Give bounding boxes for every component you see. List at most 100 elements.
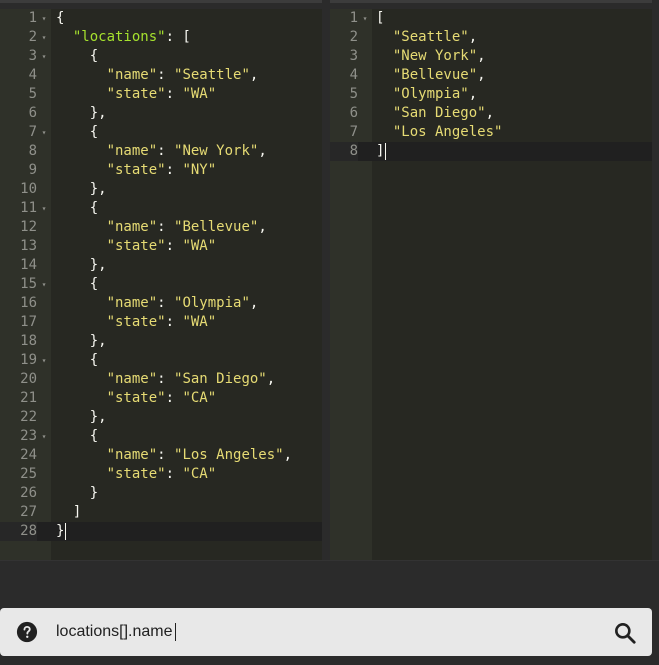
punctuation-token <box>56 371 107 387</box>
line-number: 1 <box>28 10 37 26</box>
code-line[interactable]: 6 }, <box>0 104 322 123</box>
code-text: { <box>56 9 64 28</box>
line-number: 12 <box>20 219 37 235</box>
string-token: "WA" <box>182 86 217 102</box>
code-line[interactable]: 5 "state": "WA" <box>0 85 322 104</box>
line-number: 20 <box>20 371 37 387</box>
punctuation-token <box>376 67 393 83</box>
punctuation-token <box>56 447 107 463</box>
line-number: 13 <box>20 238 37 254</box>
code-line[interactable]: 19 ▾ { <box>0 351 322 370</box>
line-number: 16 <box>20 295 37 311</box>
code-line[interactable]: 8] <box>330 142 652 161</box>
punctuation-token: { <box>56 200 99 216</box>
punctuation-token <box>56 295 107 311</box>
code-line[interactable]: 6 "San Diego", <box>330 104 652 123</box>
fold-arrow-icon[interactable]: ▾ <box>39 199 49 218</box>
code-line[interactable]: 17 "state": "WA" <box>0 313 322 332</box>
punctuation-token <box>376 124 393 140</box>
fold-arrow-icon[interactable]: ▾ <box>39 9 49 28</box>
punctuation-token: , <box>249 67 259 83</box>
code-line[interactable]: 7 ▾ { <box>0 123 322 142</box>
code-line[interactable]: 26 } <box>0 484 322 503</box>
fold-arrow-icon[interactable]: ▾ <box>39 47 49 66</box>
string-token: "NY" <box>182 162 217 178</box>
code-line[interactable]: 3 ▾ { <box>0 47 322 66</box>
string-token: "state" <box>106 238 166 254</box>
fold-arrow-icon[interactable]: ▾ <box>39 351 49 370</box>
code-line[interactable]: 4 "name": "Seattle", <box>0 66 322 85</box>
code-text: }, <box>56 256 107 275</box>
punctuation-token <box>376 48 393 64</box>
line-number: 3 <box>349 48 358 64</box>
json-output-editor[interactable]: 1 ▾ [2 "Seattle", 3 "New York", 4 "Bellevue"… <box>330 9 652 560</box>
code-text: { <box>56 199 98 218</box>
code-text: "Seattle", <box>376 28 477 47</box>
punctuation-token: ] <box>56 504 82 520</box>
code-text: { <box>56 351 98 370</box>
punctuation-token: : <box>157 219 175 235</box>
fold-arrow-icon[interactable]: ▾ <box>360 9 370 28</box>
code-line[interactable]: 21 "state": "CA" <box>0 389 322 408</box>
string-token: "Bellevue" <box>174 219 259 235</box>
line-number: 14 <box>20 257 37 273</box>
string-token: "name" <box>106 447 158 463</box>
punctuation-token: [ <box>376 10 385 26</box>
string-token: "name" <box>106 143 158 159</box>
code-line[interactable]: 7 "Los Angeles" <box>330 123 652 142</box>
code-text: { <box>56 123 98 142</box>
punctuation-token: , <box>477 48 486 64</box>
line-number: 7 <box>349 124 358 140</box>
code-text: "Olympia", <box>376 85 477 104</box>
punctuation-token: , <box>468 86 478 102</box>
code-line[interactable]: 22 }, <box>0 408 322 427</box>
code-line[interactable]: 23 ▾ { <box>0 427 322 446</box>
json-input-editor[interactable]: 1 ▾{2 ▾ "locations": [3 ▾ {4 "name": "Seatt… <box>0 9 322 560</box>
code-line[interactable]: 11 ▾ { <box>0 199 322 218</box>
code-line[interactable]: 27 ] <box>0 503 322 522</box>
fold-arrow-icon[interactable]: ▾ <box>39 275 49 294</box>
key-token: "locations" <box>72 29 166 45</box>
string-token: "New York" <box>174 143 259 159</box>
string-token: "San Diego" <box>174 371 267 387</box>
code-line[interactable]: 20 "name": "San Diego", <box>0 370 322 389</box>
code-line[interactable]: 3 "New York", <box>330 47 652 66</box>
punctuation-token: , <box>258 143 267 159</box>
code-line[interactable]: 24 "name": "Los Angeles", <box>0 446 322 465</box>
fold-arrow-icon[interactable]: ▾ <box>39 427 49 446</box>
string-token: "San Diego" <box>392 105 486 121</box>
code-line[interactable]: 16 "name": "Olympia", <box>0 294 322 313</box>
help-circle-icon[interactable] <box>16 621 38 643</box>
code-line[interactable]: 13 "state": "WA" <box>0 237 322 256</box>
code-line[interactable]: 25 "state": "CA" <box>0 465 322 484</box>
code-text: "Bellevue", <box>376 66 486 85</box>
code-text: "name": "New York", <box>56 142 267 161</box>
fold-arrow-icon[interactable]: ▾ <box>39 123 49 142</box>
punctuation-token: }, <box>56 257 107 273</box>
code-line[interactable]: 15 ▾ { <box>0 275 322 294</box>
string-token: "Seattle" <box>392 29 469 45</box>
code-line[interactable]: 1 ▾ [ <box>330 9 652 28</box>
code-line[interactable]: 12 "name": "Bellevue", <box>0 218 322 237</box>
code-line[interactable]: 10 }, <box>0 180 322 199</box>
code-line[interactable]: 2 ▾ "locations": [ <box>0 28 322 47</box>
code-line[interactable]: 9 "state": "NY" <box>0 161 322 180</box>
code-line[interactable]: 5 "Olympia", <box>330 85 652 104</box>
punctuation-token <box>56 29 73 45</box>
query-caret <box>175 623 176 641</box>
line-number: 1 <box>349 10 358 26</box>
code-line[interactable]: 4 "Bellevue", <box>330 66 652 85</box>
code-line[interactable]: 28} <box>0 522 322 541</box>
string-token: "CA" <box>182 466 217 482</box>
code-line[interactable]: 8 "name": "New York", <box>0 142 322 161</box>
code-line[interactable]: 18 }, <box>0 332 322 351</box>
code-line[interactable]: 2 "Seattle", <box>330 28 652 47</box>
code-line[interactable]: 14 }, <box>0 256 322 275</box>
fold-arrow-icon[interactable]: ▾ <box>39 28 49 47</box>
jmespath-playground: 1 ▾{2 ▾ "locations": [3 ▾ {4 "name": "Seatt… <box>0 0 659 665</box>
search-icon[interactable] <box>612 620 638 646</box>
query-input[interactable] <box>56 617 576 647</box>
string-token: "Bellevue" <box>392 67 478 83</box>
punctuation-token: { <box>56 352 99 368</box>
code-line[interactable]: 1 ▾ { <box>0 9 322 28</box>
